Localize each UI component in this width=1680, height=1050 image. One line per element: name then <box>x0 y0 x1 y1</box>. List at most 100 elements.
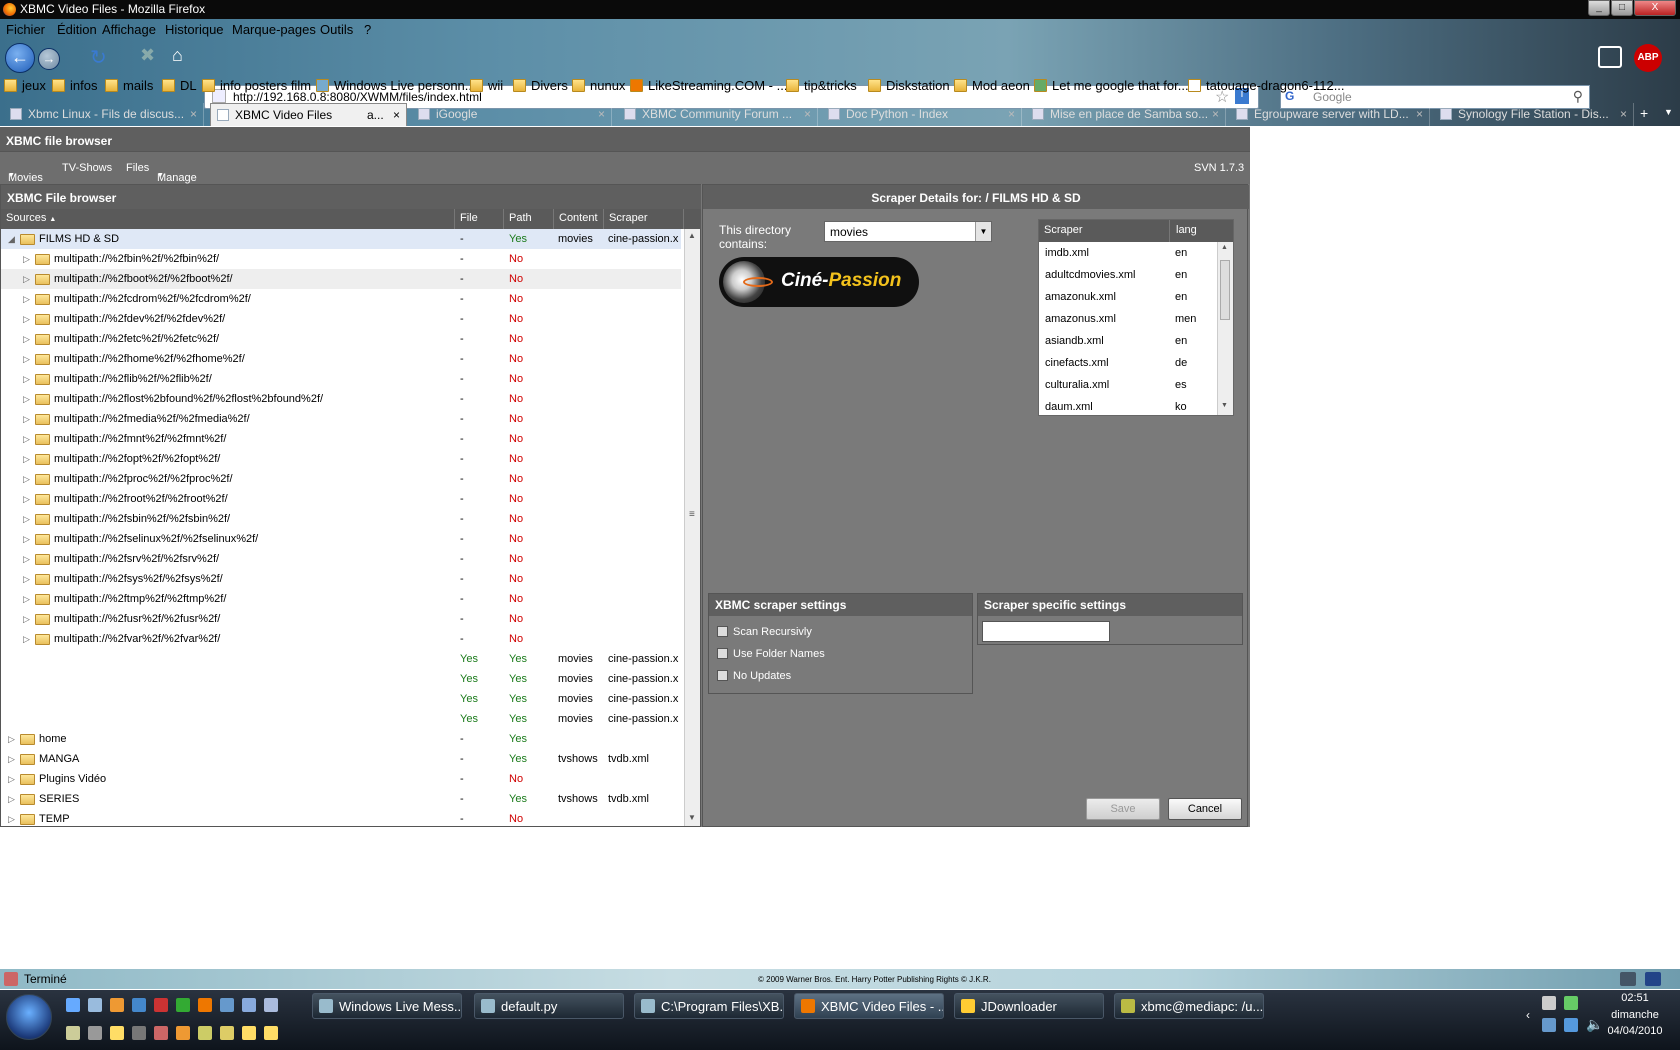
list-item[interactable]: imdb.xml en <box>1039 242 1217 264</box>
expand-icon[interactable]: ▷ <box>23 354 30 365</box>
menu-affichage[interactable]: Affichage <box>102 22 156 37</box>
col-lang[interactable]: lang <box>1169 220 1203 242</box>
start-button[interactable] <box>6 994 52 1040</box>
col-content[interactable]: Content <box>554 209 604 229</box>
quicklaunch-icon[interactable] <box>220 998 234 1012</box>
bookmark-lmgtfy[interactable]: Let me google that for... <box>1034 78 1189 93</box>
network-icon[interactable] <box>1564 1018 1578 1032</box>
expand-icon[interactable]: ▷ <box>23 614 30 625</box>
menu-outils[interactable]: Outils <box>320 22 353 37</box>
taskbar-terminal[interactable]: xbmc@mediapc: /u... <box>1114 993 1264 1019</box>
quicklaunch-icon[interactable] <box>154 998 168 1012</box>
list-item[interactable]: amazonus.xml men <box>1039 308 1217 330</box>
bookmark-diskstation[interactable]: Diskstation <box>868 78 950 93</box>
quicklaunch-icon[interactable] <box>88 998 102 1012</box>
stop-icon[interactable]: ✖ <box>140 45 155 66</box>
expand-icon[interactable]: ▷ <box>23 594 30 605</box>
bookmark-wii[interactable]: wii <box>470 78 503 93</box>
quicklaunch-icon[interactable] <box>264 1026 278 1040</box>
quicklaunch-icon[interactable] <box>110 1026 124 1040</box>
table-row[interactable]: Yes Yes movies cine-passion.x <box>1 689 681 709</box>
expand-icon[interactable]: ▷ <box>23 494 30 505</box>
tray-icon[interactable] <box>1542 1018 1556 1032</box>
back-button[interactable]: ← <box>5 43 35 73</box>
bookmark-windows-live[interactable]: Windows Live personn... <box>316 78 476 93</box>
quicklaunch-icon[interactable] <box>110 998 124 1012</box>
tab-close-icon[interactable]: × <box>1212 107 1219 121</box>
table-row[interactable]: ▷ multipath://%2fproc%2f/%2fproc%2f/ - No <box>1 469 681 489</box>
addon-icon[interactable] <box>1620 972 1636 986</box>
list-item[interactable]: amazonuk.xml en <box>1039 286 1217 308</box>
table-row[interactable]: ▷ multipath://%2fboot%2f/%2fboot%2f/ - No <box>1 269 681 289</box>
expand-icon[interactable]: ▷ <box>23 574 30 585</box>
quicklaunch-icon[interactable] <box>198 1026 212 1040</box>
bookmark-tatouage[interactable]: tatouage-dragon6-112... <box>1188 78 1345 93</box>
quicklaunch-icon[interactable] <box>132 1026 146 1040</box>
use-folder-names-checkbox[interactable]: Use Folder Names <box>717 648 825 660</box>
tab-close-icon[interactable]: × <box>1008 107 1015 121</box>
expand-icon[interactable]: ▷ <box>23 414 30 425</box>
expand-icon[interactable]: ▷ <box>23 314 30 325</box>
menu-fichier[interactable]: Fichier <box>6 22 45 37</box>
tab-xbmc-linux[interactable]: Xbmc Linux - Fils de discus... × <box>4 103 204 126</box>
close-window-button[interactable]: X <box>1634 0 1676 16</box>
scroll-down-icon[interactable]: ▼ <box>1221 402 1228 409</box>
scroll-grip-icon[interactable]: ≡ <box>689 509 695 520</box>
quicklaunch-icon[interactable] <box>88 1026 102 1040</box>
tab-close-icon[interactable]: × <box>190 107 197 121</box>
menu-historique[interactable]: Historique <box>165 22 224 37</box>
tab-synology[interactable]: Synology File Station - Dis... × <box>1434 103 1634 126</box>
table-row[interactable]: ▷ multipath://%2fmedia%2f/%2fmedia%2f/ - No <box>1 409 681 429</box>
table-row[interactable]: ▷ MANGA - Yes tvshows tvdb.xml <box>1 749 681 769</box>
save-button[interactable]: Save <box>1086 798 1160 820</box>
quicklaunch-icon[interactable] <box>242 1026 256 1040</box>
table-row[interactable]: Yes Yes movies cine-passion.x <box>1 709 681 729</box>
quicklaunch-icon[interactable] <box>220 1026 234 1040</box>
expand-icon[interactable]: ▷ <box>23 254 30 265</box>
tab-igoogle[interactable]: iGoogle × <box>412 103 612 126</box>
tab-close-icon[interactable]: × <box>393 108 400 122</box>
bookmark-nunux[interactable]: nunux <box>572 78 625 93</box>
table-row[interactable]: ▷ multipath://%2fmnt%2f/%2fmnt%2f/ - No <box>1 429 681 449</box>
bookmark-tip-tricks[interactable]: tip&tricks <box>786 78 857 93</box>
quicklaunch-icon[interactable] <box>264 998 278 1012</box>
list-item[interactable]: daum.xml ko <box>1039 396 1217 418</box>
quicklaunch-icon[interactable] <box>154 1026 168 1040</box>
list-item[interactable]: culturalia.xml es <box>1039 374 1217 396</box>
table-row[interactable]: ▷ multipath://%2fsrv%2f/%2fsrv%2f/ - No <box>1 549 681 569</box>
checkbox-box[interactable] <box>717 626 728 637</box>
quicklaunch-icon[interactable] <box>242 998 256 1012</box>
expand-icon[interactable]: ▷ <box>23 634 30 645</box>
expand-icon[interactable]: ▷ <box>8 774 15 785</box>
tab-egroupware[interactable]: Egroupware server with LD... × <box>1230 103 1430 126</box>
expand-icon[interactable]: ▷ <box>23 274 30 285</box>
expand-icon[interactable]: ▷ <box>23 534 30 545</box>
col-scraper-name[interactable]: Scraper <box>1044 224 1083 236</box>
expand-icon[interactable]: ▷ <box>23 474 30 485</box>
tab-close-icon[interactable]: × <box>804 107 811 121</box>
checkbox-box[interactable] <box>717 670 728 681</box>
col-scraper[interactable]: Scraper <box>604 209 684 229</box>
table-row[interactable]: ▷ SERIES - Yes tvshows tvdb.xml <box>1 789 681 809</box>
expand-icon[interactable]: ▷ <box>23 294 30 305</box>
table-row[interactable]: ▷ multipath://%2froot%2f/%2froot%2f/ - No <box>1 489 681 509</box>
table-row[interactable]: Yes Yes movies cine-passion.x <box>1 649 681 669</box>
table-row[interactable]: ▷ multipath://%2fhome%2f/%2fhome%2f/ - No <box>1 349 681 369</box>
table-row[interactable]: ▷ multipath://%2fsys%2f/%2fsys%2f/ - No <box>1 569 681 589</box>
table-row[interactable]: ▷ Plugins Vidéo - No <box>1 769 681 789</box>
bookmark-infos[interactable]: infos <box>52 78 97 93</box>
table-row[interactable]: ▷ multipath://%2fvar%2f/%2fvar%2f/ - No <box>1 629 681 649</box>
table-row[interactable]: ▷ multipath://%2ftmp%2f/%2ftmp%2f/ - No <box>1 589 681 609</box>
table-row[interactable]: ▷ multipath://%2fetc%2f/%2fetc%2f/ - No <box>1 329 681 349</box>
taskbar-jdownloader[interactable]: JDownloader <box>954 993 1104 1019</box>
tab-xbmc-forum[interactable]: XBMC Community Forum ... × <box>618 103 818 126</box>
quicklaunch-icon[interactable] <box>66 1026 80 1040</box>
table-row[interactable]: Yes Yes movies cine-passion.x <box>1 669 681 689</box>
scraper-scrollbar[interactable]: ▲ ▼ <box>1217 242 1233 415</box>
tray-icon[interactable] <box>1564 996 1578 1010</box>
list-item[interactable]: adultcdmovies.xml en <box>1039 264 1217 286</box>
expand-icon[interactable]: ▷ <box>23 434 30 445</box>
col-path[interactable]: Path <box>504 209 554 229</box>
adblock-icon[interactable]: ABP <box>1634 44 1662 72</box>
addon-icon-2[interactable] <box>1645 972 1661 986</box>
